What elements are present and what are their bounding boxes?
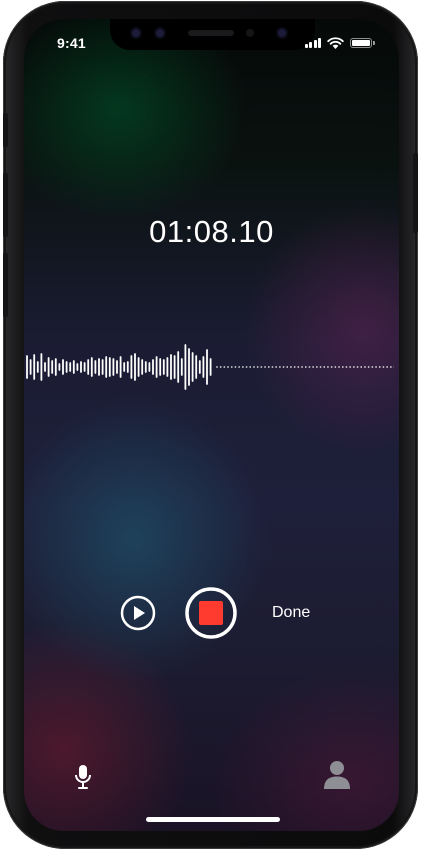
volume-down-button [3, 253, 8, 317]
sensor-icon [154, 27, 166, 39]
proximity-sensor [246, 29, 254, 37]
power-button [413, 153, 418, 233]
mute-switch [3, 113, 8, 147]
recording-timer: 01:08.10 [149, 214, 274, 249]
wifi-icon [327, 37, 344, 49]
cellular-signal-icon [304, 38, 321, 48]
stop-record-button[interactable] [185, 587, 237, 639]
screen: 9:41 01:08.10 Done [24, 19, 399, 831]
home-indicator[interactable] [146, 817, 280, 822]
volume-up-button [3, 173, 8, 237]
done-button[interactable]: Done [272, 604, 310, 622]
front-camera-icon [276, 27, 288, 39]
microphone-icon[interactable] [74, 764, 92, 790]
status-time: 9:41 [57, 35, 86, 51]
earpiece-speaker [188, 30, 234, 36]
notch [110, 19, 315, 50]
audio-waveform [26, 344, 394, 390]
camera-icon [130, 27, 142, 39]
play-icon [134, 606, 145, 620]
play-button[interactable] [120, 595, 156, 631]
stop-record-icon [199, 601, 223, 625]
person-icon[interactable] [323, 760, 351, 789]
status-icons [304, 37, 375, 49]
battery-icon [350, 38, 375, 48]
